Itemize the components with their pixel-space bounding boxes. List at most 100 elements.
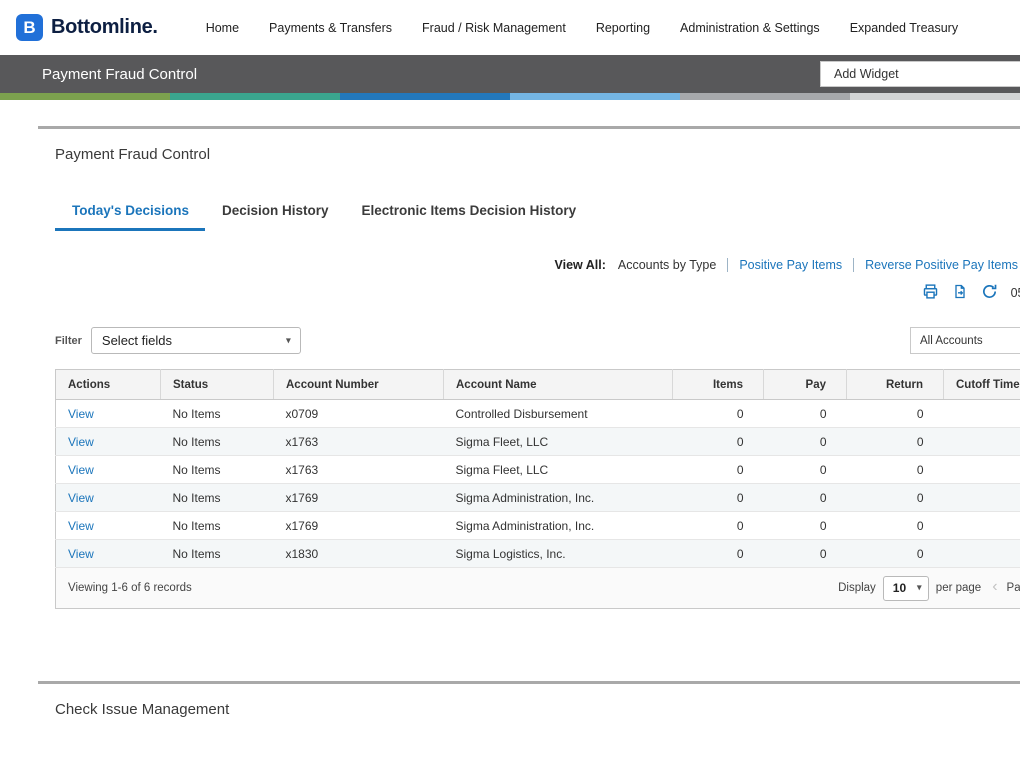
account-name-cell: Sigma Administration, Inc. <box>444 484 673 512</box>
color-strip-segment <box>0 93 170 100</box>
nav-item-fraud-risk[interactable]: Fraud / Risk Management <box>422 21 566 35</box>
return-cell: 0 <box>847 484 944 512</box>
color-strip <box>0 93 1020 100</box>
check-issue-title: Check Issue Management <box>55 701 1020 718</box>
status-cell: No Items <box>161 540 274 568</box>
page-title: Payment Fraud Control <box>42 66 197 83</box>
view-link[interactable]: View <box>68 435 94 449</box>
account-number-cell: x0709 <box>274 400 444 428</box>
view-link[interactable]: View <box>68 491 94 505</box>
cutoff-time-cell <box>944 400 1020 428</box>
payment-fraud-widget: Payment Fraud Control Today's Decisions … <box>0 146 1020 609</box>
items-cell: 0 <box>673 484 764 512</box>
return-cell: 0 <box>847 540 944 568</box>
nav-item-payments-transfers[interactable]: Payments & Transfers <box>269 21 392 35</box>
table-header-row: Actions Status Account Number Account Na… <box>56 370 1020 400</box>
view-link[interactable]: View <box>68 463 94 477</box>
items-cell: 0 <box>673 400 764 428</box>
account-name-cell: Controlled Disbursement <box>444 400 673 428</box>
export-button[interactable] <box>952 283 968 303</box>
column-header-cutoff-time: Cutoff Time <box>944 370 1020 400</box>
color-strip-segment <box>340 93 510 100</box>
status-cell: No Items <box>161 456 274 484</box>
column-header-account-number: Account Number <box>274 370 444 400</box>
export-icon <box>952 283 968 303</box>
separator <box>727 258 728 272</box>
view-link[interactable]: View <box>68 519 94 533</box>
refresh-button[interactable] <box>981 283 998 303</box>
table-row: View No Items x1769 Sigma Administration… <box>56 512 1020 540</box>
nav-item-expanded-treasury[interactable]: Expanded Treasury <box>850 21 958 35</box>
items-cell: 0 <box>673 428 764 456</box>
add-widget-button[interactable]: Add Widget <box>820 61 1020 87</box>
tab-decision-history[interactable]: Decision History <box>205 203 345 231</box>
tab-todays-decisions[interactable]: Today's Decisions <box>55 203 205 231</box>
records-count: Viewing 1-6 of 6 records <box>68 582 192 594</box>
widget-title: Payment Fraud Control <box>55 146 1020 163</box>
color-strip-segment <box>170 93 340 100</box>
view-all-row: View All: Accounts by Type Positive Pay … <box>0 258 1018 272</box>
account-name-cell: Sigma Logistics, Inc. <box>444 540 673 568</box>
chevron-down-icon: ▾ <box>917 582 922 593</box>
filter-fields-select[interactable]: Select fields ▾ <box>91 327 301 354</box>
account-number-cell: x1769 <box>274 512 444 540</box>
accounts-filter-select[interactable]: All Accounts <box>910 327 1020 354</box>
items-cell: 0 <box>673 456 764 484</box>
bottomline-logo-text: Bottomline. <box>51 16 158 39</box>
pay-cell: 0 <box>764 456 847 484</box>
view-all-accounts-by-type[interactable]: Accounts by Type <box>618 258 716 272</box>
nav-item-home[interactable]: Home <box>206 21 239 35</box>
items-cell: 0 <box>673 512 764 540</box>
table-footer: Viewing 1-6 of 6 records Display 10 ▾ pe… <box>55 568 1020 609</box>
cutoff-time-cell <box>944 428 1020 456</box>
widget-tabs: Today's Decisions Decision History Elect… <box>55 203 1020 231</box>
table-row: View No Items x1763 Sigma Fleet, LLC 0 0… <box>56 428 1020 456</box>
filter-row: Filter Select fields ▾ All Accounts <box>55 327 1020 354</box>
date-text: 05/ <box>1011 286 1020 300</box>
view-link[interactable]: View <box>68 547 94 561</box>
color-strip-segment <box>510 93 680 100</box>
status-cell: No Items <box>161 428 274 456</box>
bottomline-logo-icon: B <box>16 14 43 41</box>
print-icon <box>922 283 939 303</box>
widget-toolbar: 05/ <box>0 283 1020 303</box>
cutoff-time-cell <box>944 456 1020 484</box>
table-row: View No Items x1763 Sigma Fleet, LLC 0 0… <box>56 456 1020 484</box>
table-row: View No Items x1830 Sigma Logistics, Inc… <box>56 540 1020 568</box>
accounts-filter-value: All Accounts <box>920 335 983 347</box>
pay-cell: 0 <box>764 484 847 512</box>
refresh-icon <box>981 283 998 303</box>
section-divider <box>38 126 1020 129</box>
pay-cell: 0 <box>764 428 847 456</box>
return-cell: 0 <box>847 400 944 428</box>
account-name-cell: Sigma Fleet, LLC <box>444 456 673 484</box>
color-strip-segment <box>850 93 1020 100</box>
nav-item-reporting[interactable]: Reporting <box>596 21 650 35</box>
view-all-label: View All: <box>554 258 605 272</box>
top-nav: B Bottomline. Home Payments & Transfers … <box>0 0 1020 55</box>
bottomline-logo[interactable]: B Bottomline. <box>16 14 158 41</box>
items-cell: 0 <box>673 540 764 568</box>
column-header-items: Items <box>673 370 764 400</box>
per-page-label: per page <box>936 582 981 594</box>
column-header-actions: Actions <box>56 370 161 400</box>
per-page-select[interactable]: 10 ▾ <box>883 576 929 601</box>
page-label: Pag <box>1007 582 1020 594</box>
view-all-positive-pay-items[interactable]: Positive Pay Items <box>739 258 842 272</box>
separator <box>853 258 854 272</box>
status-cell: No Items <box>161 512 274 540</box>
chevron-left-icon[interactable]: ‹ <box>992 579 997 595</box>
table-row: View No Items x0709 Controlled Disbursem… <box>56 400 1020 428</box>
color-strip-segment <box>680 93 850 100</box>
view-link[interactable]: View <box>68 407 94 421</box>
cutoff-time-cell <box>944 484 1020 512</box>
account-name-cell: Sigma Administration, Inc. <box>444 512 673 540</box>
account-number-cell: x1830 <box>274 540 444 568</box>
pay-cell: 0 <box>764 400 847 428</box>
print-button[interactable] <box>922 283 939 303</box>
view-all-reverse-positive-pay-items[interactable]: Reverse Positive Pay Items <box>865 258 1018 272</box>
nav-item-admin-settings[interactable]: Administration & Settings <box>680 21 820 35</box>
return-cell: 0 <box>847 428 944 456</box>
account-number-cell: x1763 <box>274 428 444 456</box>
tab-electronic-items-decision-history[interactable]: Electronic Items Decision History <box>345 203 593 231</box>
